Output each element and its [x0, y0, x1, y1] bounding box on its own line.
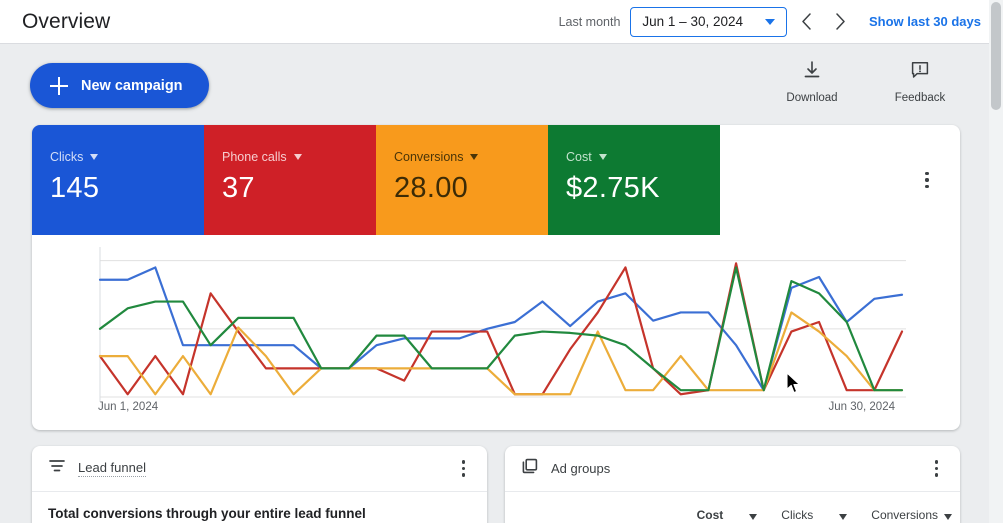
page-title: Overview [22, 9, 111, 33]
performance-line-chart [32, 235, 960, 430]
ad-groups-icon [521, 457, 539, 480]
performance-card-menu-button[interactable] [916, 169, 938, 191]
overview-page: Overview Last month Jun 1 – 30, 2024 Sho… [0, 0, 1003, 523]
new-campaign-label: New campaign [81, 77, 183, 94]
chart-x-axis-end-label: Jun 30, 2024 [828, 401, 895, 413]
ad-groups-card-header: Ad groups [505, 446, 960, 492]
page-header: Overview Last month Jun 1 – 30, 2024 Sho… [0, 0, 993, 44]
metric-tile-name[interactable]: Conversions [394, 150, 548, 164]
metric-tile-label: Conversions [394, 150, 464, 164]
metric-tile-conversions[interactable]: Conversions 28.00 [376, 125, 548, 235]
metric-tile-cost[interactable]: Cost $2.75K [548, 125, 720, 235]
metric-tile-label: Phone calls [222, 150, 287, 164]
ad-groups-column-cost[interactable]: Cost [697, 508, 758, 523]
column-label: Cost [697, 508, 724, 523]
ad-groups-card: Ad groups Cost Clicks Conversions [505, 446, 960, 523]
ad-groups-title: Ad groups [551, 461, 611, 476]
prev-period-button[interactable] [791, 7, 821, 37]
metric-tile-clicks[interactable]: Clicks 145 [32, 125, 204, 235]
metric-tile-label: Clicks [50, 150, 84, 164]
funnel-icon [48, 457, 66, 480]
download-label: Download [786, 92, 838, 104]
feedback-label: Feedback [894, 92, 946, 104]
download-button[interactable]: Download [781, 60, 843, 104]
chart-x-axis-start-label: Jun 1, 2024 [98, 401, 159, 413]
chevron-left-icon [801, 13, 811, 30]
feedback-icon [910, 60, 930, 85]
plus-icon [50, 76, 68, 95]
metric-tile-name[interactable]: Clicks [50, 150, 204, 164]
metric-tile-value: 145 [50, 172, 100, 204]
chevron-down-icon [598, 154, 607, 160]
chevron-down-icon [293, 154, 302, 160]
date-range-value: Jun 1 – 30, 2024 [642, 14, 743, 29]
performance-summary-card: Clicks 145 Phone calls 37 Conversions 28.00 Co… [32, 125, 960, 430]
metric-tile-name[interactable]: Cost [566, 150, 720, 164]
chevron-down-icon [765, 18, 775, 25]
column-label: Conversions [871, 508, 938, 523]
chevron-down-icon [944, 513, 952, 520]
ad-groups-menu-button[interactable] [931, 456, 942, 480]
header-controls: Last month Jun 1 – 30, 2024 Show last 30… [558, 6, 981, 37]
chevron-down-icon [839, 513, 848, 520]
metric-tiles: Clicks 145 Phone calls 37 Conversions 28.00 Co… [32, 125, 960, 235]
download-icon [802, 60, 822, 85]
lead-funnel-body: Total conversions through your entire le… [32, 492, 487, 521]
lead-funnel-title: Lead funnel [78, 460, 146, 477]
chevron-down-icon [749, 513, 758, 520]
new-campaign-button[interactable]: New campaign [30, 63, 209, 108]
metric-tile-name[interactable]: Phone calls [222, 150, 376, 164]
metric-tile-label: Cost [566, 150, 592, 164]
feedback-button[interactable]: Feedback [889, 60, 951, 104]
next-period-button[interactable] [825, 7, 855, 37]
chevron-down-icon [90, 154, 99, 160]
lead-funnel-menu-button[interactable] [458, 456, 469, 480]
lead-funnel-description: Total conversions through your entire le… [48, 506, 366, 521]
page-scrollbar-thumb[interactable] [991, 2, 1001, 110]
metric-tile-phone-calls[interactable]: Phone calls 37 [204, 125, 376, 235]
toolbar-icon-actions: Download Feedback [781, 60, 951, 104]
metric-tile-value: $2.75K [566, 172, 660, 204]
metric-tile-value: 28.00 [394, 172, 469, 204]
column-label: Clicks [781, 508, 813, 523]
action-bar: New campaign Download Feedback [0, 44, 993, 117]
ad-groups-column-clicks[interactable]: Clicks [781, 508, 848, 523]
lead-funnel-card-header: Lead funnel [32, 446, 487, 492]
metric-tile-value: 37 [222, 172, 255, 204]
chevron-down-icon [470, 154, 479, 160]
date-range-label: Last month [558, 14, 621, 29]
chart-canvas [98, 247, 906, 402]
show-last-30-days-link[interactable]: Show last 30 days [869, 14, 981, 29]
chevron-right-icon [835, 13, 845, 30]
date-range-picker[interactable]: Jun 1 – 30, 2024 [630, 6, 787, 37]
lead-funnel-card: Lead funnel Total conversions through yo… [32, 446, 487, 523]
ad-groups-column-conversions[interactable]: Conversions [871, 508, 952, 523]
page-scrollbar-track[interactable] [989, 0, 1003, 523]
ad-groups-column-headers: Cost Clicks Conversions [505, 492, 960, 523]
